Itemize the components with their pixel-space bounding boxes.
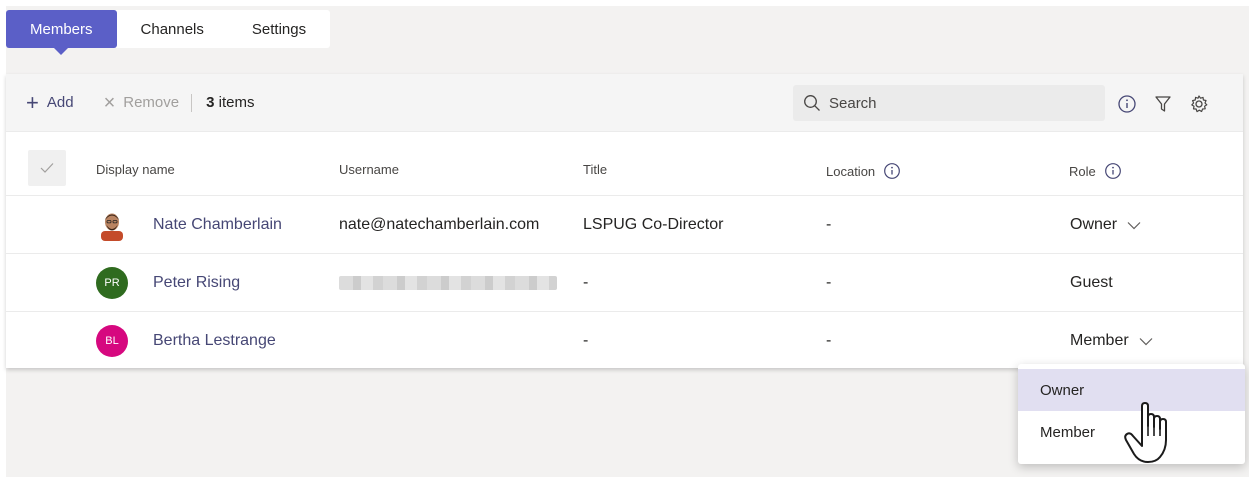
- chevron-down-icon: [1127, 221, 1141, 229]
- role-dropdown[interactable]: Owner: [1070, 196, 1141, 254]
- toolbar-divider: [191, 93, 193, 112]
- member-name[interactable]: Bertha Lestrange: [153, 332, 276, 350]
- remove-button[interactable]: × Remove: [104, 93, 180, 113]
- tab-members[interactable]: Members: [6, 10, 117, 55]
- item-count: 3 items: [206, 94, 254, 111]
- remove-label: Remove: [123, 94, 180, 111]
- member-name[interactable]: Peter Rising: [153, 274, 240, 292]
- members-card: + Add × Remove 3 items Search Display na…: [6, 74, 1243, 368]
- select-all-checkbox[interactable]: [28, 150, 66, 186]
- column-role[interactable]: Role: [1069, 162, 1122, 180]
- avatar-initials: BL: [105, 335, 119, 347]
- info-icon[interactable]: [1116, 93, 1138, 115]
- close-icon: ×: [103, 91, 116, 114]
- avatar: PR: [96, 267, 128, 299]
- search-box[interactable]: [793, 85, 1105, 121]
- hand-cursor-icon: [1124, 402, 1167, 463]
- search-input[interactable]: [829, 94, 1089, 112]
- info-icon[interactable]: [883, 162, 901, 180]
- person-photo-icon: [101, 213, 123, 241]
- column-username[interactable]: Username: [339, 162, 399, 177]
- member-title: -: [583, 274, 589, 291]
- avatar-initials: PR: [104, 277, 120, 289]
- redacted-username: [339, 276, 557, 290]
- column-display-name-label: Display name: [96, 162, 175, 177]
- member-name[interactable]: Nate Chamberlain: [153, 216, 282, 234]
- column-location-label: Location: [826, 163, 876, 179]
- tab-channels[interactable]: Channels: [117, 10, 228, 48]
- checkmark-icon: [40, 163, 54, 173]
- column-title[interactable]: Title: [583, 162, 607, 177]
- member-username: nate@natechamberlain.com: [339, 216, 540, 233]
- table-row[interactable]: PR Peter Rising - - Guest: [6, 254, 1243, 312]
- column-location[interactable]: Location: [826, 162, 901, 180]
- avatar: [96, 209, 128, 241]
- search-icon: [804, 95, 820, 111]
- member-title: -: [583, 332, 589, 349]
- add-label: Add: [46, 94, 74, 111]
- toolbar: + Add × Remove 3 items: [6, 74, 1243, 132]
- gear-icon[interactable]: [1188, 93, 1210, 115]
- column-username-label: Username: [339, 162, 399, 177]
- add-button[interactable]: + Add: [26, 89, 74, 115]
- role-value: Guest: [1070, 274, 1113, 291]
- table-row[interactable]: BL Bertha Lestrange - - Member: [6, 312, 1243, 370]
- plus-icon: +: [26, 89, 39, 115]
- member-location: -: [826, 274, 832, 291]
- info-icon[interactable]: [1104, 162, 1122, 180]
- filter-icon[interactable]: [1152, 93, 1174, 115]
- tab-bar: Members Channels Settings: [6, 10, 331, 55]
- column-title-label: Title: [583, 162, 608, 177]
- member-location: -: [826, 332, 832, 349]
- role-value: Member: [1070, 332, 1129, 349]
- chevron-down-icon: [1139, 337, 1153, 345]
- item-count-number: 3: [206, 94, 215, 111]
- item-count-suffix: items: [218, 94, 255, 111]
- avatar: BL: [96, 325, 128, 357]
- role-value: Owner: [1070, 216, 1118, 233]
- toolbar-icons: [1116, 93, 1210, 115]
- member-location: -: [826, 216, 832, 233]
- tab-settings[interactable]: Settings: [228, 10, 330, 48]
- table-row[interactable]: Nate Chamberlain nate@natechamberlain.co…: [6, 196, 1243, 254]
- column-role-label: Role: [1069, 163, 1096, 179]
- table-header: Display name Username Title Location Rol…: [6, 132, 1243, 196]
- role-dropdown[interactable]: Member: [1070, 312, 1153, 370]
- member-title: LSPUG Co-Director: [583, 216, 724, 233]
- column-display-name[interactable]: Display name: [96, 162, 175, 177]
